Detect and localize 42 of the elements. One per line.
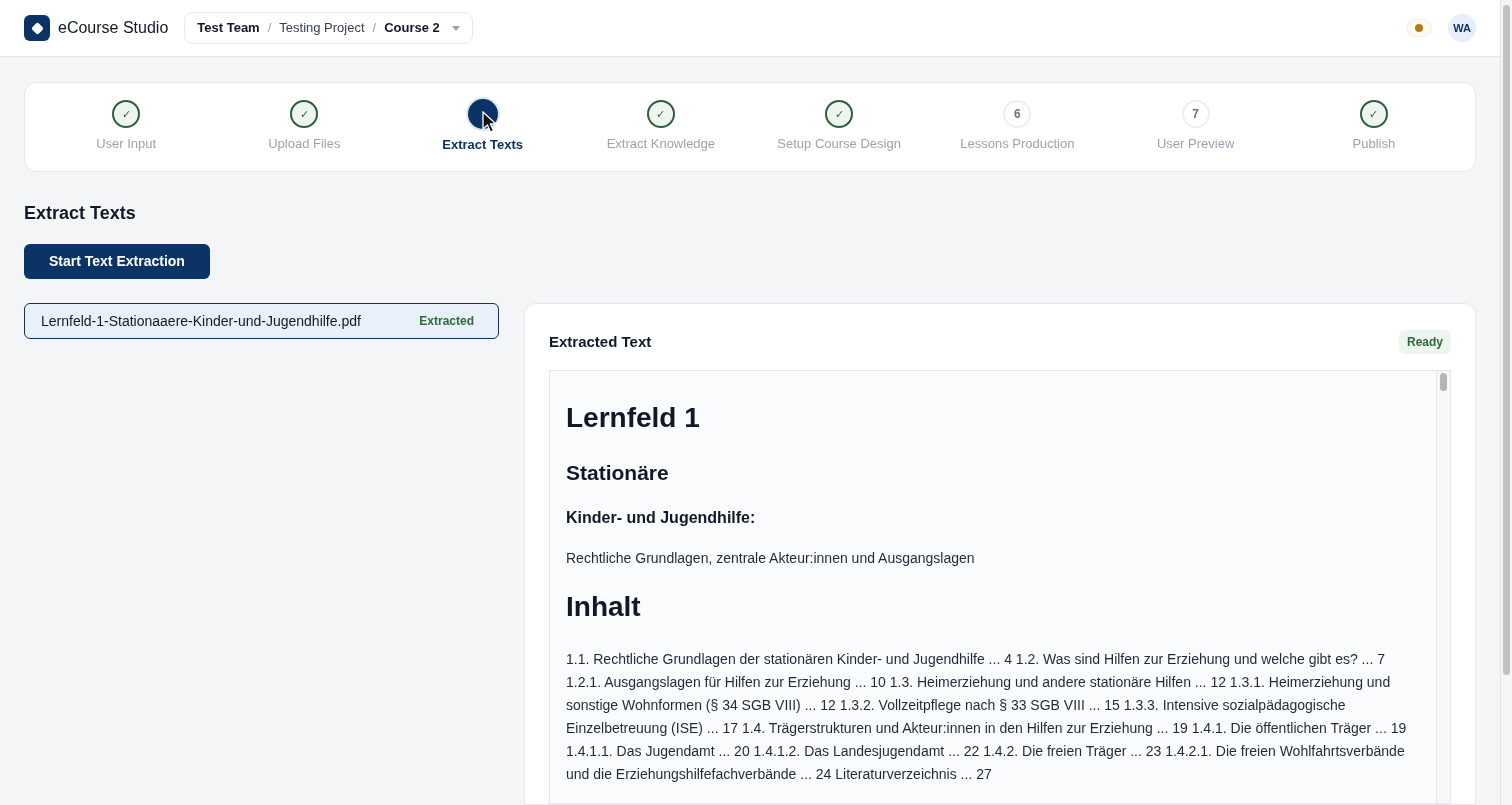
step-tab[interactable]: ✓ Setup Course Design (750, 100, 929, 154)
step-done-marker: ✓ (112, 100, 141, 129)
step-tab[interactable]: Extract Texts (393, 99, 572, 155)
breadcrumb-separator: / (372, 19, 377, 38)
breadcrumb-separator: / (267, 19, 272, 38)
status-badge: Ready (1398, 330, 1451, 354)
scrollbar[interactable] (1436, 371, 1450, 803)
preview-title: Extracted Text (549, 331, 652, 352)
status-label: Extracted (419, 313, 474, 330)
step-done-marker: ✓ (825, 100, 854, 129)
cursor-icon (481, 111, 498, 134)
step-tab[interactable]: ✓ User Input (37, 100, 216, 154)
document-paragraph: Rechtliche Grundlagen, zentrale Akteur:innen und Ausgangslagen (566, 549, 976, 568)
step-number: 7 (1181, 100, 1210, 129)
step-done-marker: ✓ (646, 100, 675, 129)
step-tab[interactable]: 7 User Preview (1106, 100, 1285, 154)
breadcrumb-item: Test Team (197, 19, 260, 38)
step-tab[interactable]: ✓ Publish (1284, 100, 1463, 154)
breadcrumb-item: Course 2 (384, 19, 440, 38)
status-indicator-icon (1406, 19, 1432, 37)
app-name: eCourse Studio (58, 18, 169, 38)
document-heading: Inhalt (566, 590, 642, 624)
logo-icon (24, 15, 50, 41)
step-tab[interactable]: ✓ Upload Files (215, 100, 394, 154)
file-list-item[interactable]: Lernfeld-1-Stationaaere-Kinder-und-Jugendhilfe.pdf Extracted (24, 303, 499, 339)
step-number: 6 (1003, 100, 1032, 129)
breadcrumb-item: Testing Project (279, 19, 365, 38)
page-scrollbar[interactable] (1500, 0, 1512, 805)
page-title: Extract Texts (24, 202, 137, 225)
document-heading: Stationäre (566, 460, 670, 486)
document-heading: Lernfeld 1 (566, 401, 701, 435)
user-avatar[interactable]: WA (1448, 14, 1476, 42)
breadcrumb-selector[interactable]: Test Team / Testing Project / Course 2 (184, 12, 473, 44)
step-tab[interactable]: ✓ Extract Knowledge (571, 100, 750, 154)
document-heading: Kinder- und Jugendhilfe: (566, 508, 757, 528)
step-done-marker: ✓ (290, 100, 319, 129)
step-done-marker: ✓ (1359, 100, 1388, 129)
file-name: Lernfeld-1-Stationaaere-Kinder-und-Jugendhilfe.pdf (41, 311, 361, 331)
start-extraction-button[interactable]: Start Text Extraction (24, 244, 210, 279)
caret-icon (451, 25, 460, 31)
document-paragraph: 1.1. Rechtliche Grundlagen der stationären Kinder- und Jugendhilfe ... 4 1.2. Was sind Hilfen zur Erziehung und welche gibt es? ... 7 1.2.1. Ausgangslagen für Hilfen zur Erziehung ... 10 1.3. Heimerziehung und andere stationäre Hilfen ... 12 1.3.1. Heimerziehung und sonstige Wohnformen (§ 34 SGB VIII) ... 12 1.3.2. Vollzeitpflege nach § 33 SGB VIII ... 15 1.3.3. Intensive sozialpädagogische Einzelbetreuung (ISE) ... 17 1.4. Trägerstrukturen und Akteur:innen in den Hilfen zur Erziehung ... 19 1.4.1. Die öffentlichen Träger ... 19 1.4.1.1. Das Jugendamt ... 20 1.4.1.2. Das Landesjugendamt ... 22 1.4.2. Die freien Träger ... 23 1.4.2.1. Die freien Wohlfahrtsverbände und die Erziehungshilfefachverbände ... 24 Literaturverzeichnis ... 27 (566, 650, 1408, 784)
step-tab[interactable]: 6 Lessons Production (928, 100, 1107, 154)
